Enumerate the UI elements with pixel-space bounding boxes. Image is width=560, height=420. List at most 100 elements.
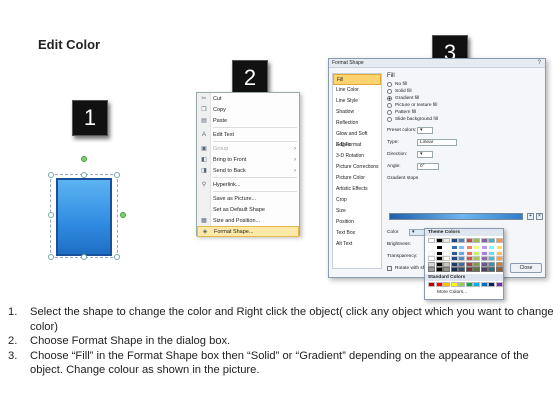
nav-item-picture-corrections[interactable]: Picture Corrections [333, 162, 381, 173]
fill-option-solid-fill[interactable]: Solid fill [387, 88, 543, 95]
fill-option-picture-or-texture-fill[interactable]: Picture or texture fill [387, 102, 543, 109]
resize-handle-br[interactable] [114, 254, 120, 260]
menu-item-save-as-picture[interactable]: Save as Picture... [197, 193, 299, 204]
theme-color-swatch[interactable] [428, 238, 435, 243]
theme-color-swatch[interactable] [450, 238, 458, 243]
theme-shade-swatch[interactable] [488, 267, 495, 272]
radio-button[interactable] [387, 110, 392, 115]
resize-handle-tr[interactable] [114, 172, 120, 178]
angle-input[interactable]: 0° [417, 162, 439, 170]
add-stop-button[interactable]: + [527, 213, 534, 220]
menu-item-cut[interactable]: ✂ Cut [197, 93, 299, 104]
menu-item-size-and-position[interactable]: ▦ Size and Position... [197, 215, 299, 226]
theme-shade-swatch[interactable] [443, 256, 450, 261]
resize-handle-ml[interactable] [48, 212, 54, 218]
theme-shade-swatch[interactable] [480, 261, 488, 267]
theme-shade-swatch[interactable] [450, 267, 458, 272]
theme-shade-swatch[interactable] [435, 250, 443, 256]
nav-item-glow-and-soft-edges[interactable]: Glow and Soft Edges [333, 129, 381, 148]
standard-color-swatch[interactable] [473, 282, 480, 287]
rotate-handle[interactable] [81, 156, 87, 162]
standard-color-swatch[interactable] [458, 282, 465, 287]
nav-item-size[interactable]: Size [333, 206, 381, 217]
nav-item-line-color[interactable]: Line Color [333, 85, 381, 96]
theme-shade-swatch[interactable] [443, 250, 450, 256]
adjust-handle[interactable] [120, 212, 126, 218]
theme-shade-swatch[interactable] [443, 261, 450, 267]
theme-shade-swatch[interactable] [458, 245, 465, 250]
theme-shade-swatch[interactable] [480, 267, 488, 272]
theme-shade-swatch[interactable] [435, 245, 443, 250]
resize-handle-bc[interactable] [81, 254, 87, 260]
theme-shade-swatch[interactable] [435, 267, 443, 272]
fill-option-pattern-fill[interactable]: Pattern fill [387, 109, 543, 116]
type-dropdown[interactable]: Linear [417, 138, 457, 146]
menu-item-edit-text[interactable]: A Edit Text [197, 129, 299, 140]
standard-color-swatch[interactable] [450, 282, 458, 287]
theme-shade-swatch[interactable] [450, 256, 458, 261]
close-icon[interactable]: ? [538, 60, 541, 66]
nav-item-3-d-format[interactable]: 3-D Format [333, 140, 381, 151]
menu-item-bring-to-front[interactable]: ◧ Bring to Front › [197, 154, 299, 165]
theme-color-swatch[interactable] [458, 238, 465, 243]
theme-color-swatch[interactable] [488, 238, 495, 243]
theme-shade-swatch[interactable] [473, 267, 480, 272]
remove-stop-button[interactable]: × [536, 213, 543, 220]
blue-rectangle-shape[interactable] [56, 178, 112, 256]
theme-shade-swatch[interactable] [488, 261, 495, 267]
gradient-stops-bar[interactable] [389, 213, 523, 220]
theme-shade-swatch[interactable] [495, 256, 503, 261]
radio-button[interactable] [387, 103, 392, 108]
theme-shade-swatch[interactable] [450, 250, 458, 256]
nav-item-line-style[interactable]: Line Style [333, 96, 381, 107]
theme-color-swatch[interactable] [443, 238, 450, 243]
color-picker-button[interactable]: ▾ [409, 228, 425, 236]
standard-color-swatch[interactable] [495, 282, 503, 287]
theme-color-swatch[interactable] [435, 238, 443, 243]
menu-item-copy[interactable]: ❐ Copy [197, 104, 299, 115]
theme-shade-swatch[interactable] [495, 261, 503, 267]
resize-handle-tc[interactable] [81, 172, 87, 178]
menu-item-set-as-default-shape[interactable]: Set as Default Shape [197, 204, 299, 215]
preset-colors-dropdown[interactable]: ▾ [417, 126, 433, 134]
theme-shade-swatch[interactable] [480, 256, 488, 261]
nav-item-alt-text[interactable]: Alt Text [333, 239, 381, 250]
theme-color-swatch[interactable] [495, 238, 503, 243]
theme-shade-swatch[interactable] [443, 267, 450, 272]
theme-color-swatch[interactable] [465, 238, 473, 243]
theme-shade-swatch[interactable] [488, 256, 495, 261]
theme-shade-swatch[interactable] [495, 250, 503, 256]
fill-option-gradient-fill[interactable]: Gradient fill [387, 95, 543, 102]
theme-shade-swatch[interactable] [458, 250, 465, 256]
theme-shade-swatch[interactable] [450, 245, 458, 250]
nav-item-fill[interactable]: Fill [333, 74, 381, 85]
theme-shade-swatch[interactable] [435, 261, 443, 267]
nav-item-shadow[interactable]: Shadow [333, 107, 381, 118]
theme-shade-swatch[interactable] [428, 267, 435, 272]
standard-color-swatch[interactable] [480, 282, 488, 287]
resize-handle-bl[interactable] [48, 254, 54, 260]
theme-shade-swatch[interactable] [480, 250, 488, 256]
theme-shade-swatch[interactable] [465, 267, 473, 272]
theme-shade-swatch[interactable] [458, 261, 465, 267]
theme-shade-swatch[interactable] [428, 256, 435, 261]
menu-item-group[interactable]: ▣ Group › [197, 143, 299, 154]
theme-shade-swatch[interactable] [473, 245, 480, 250]
standard-color-swatch[interactable] [443, 282, 450, 287]
radio-button[interactable] [387, 117, 392, 122]
theme-shade-swatch[interactable] [488, 245, 495, 250]
selected-shape-group[interactable] [48, 156, 128, 260]
nav-item-3-d-rotation[interactable]: 3-D Rotation [333, 151, 381, 162]
rotate-checkbox[interactable] [387, 265, 392, 271]
theme-shade-swatch[interactable] [428, 250, 435, 256]
nav-item-crop[interactable]: Crop [333, 195, 381, 206]
resize-handle-tl[interactable] [48, 172, 54, 178]
theme-shade-swatch[interactable] [473, 256, 480, 261]
nav-item-picture-color[interactable]: Picture Color [333, 173, 381, 184]
theme-shade-swatch[interactable] [465, 261, 473, 267]
more-colors-link[interactable]: More Colors... [437, 290, 467, 295]
theme-color-swatch[interactable] [473, 238, 480, 243]
menu-item-hyperlink[interactable]: ⚲ Hyperlink... [197, 179, 299, 190]
standard-color-swatch[interactable] [435, 282, 443, 287]
theme-shade-swatch[interactable] [428, 245, 435, 250]
